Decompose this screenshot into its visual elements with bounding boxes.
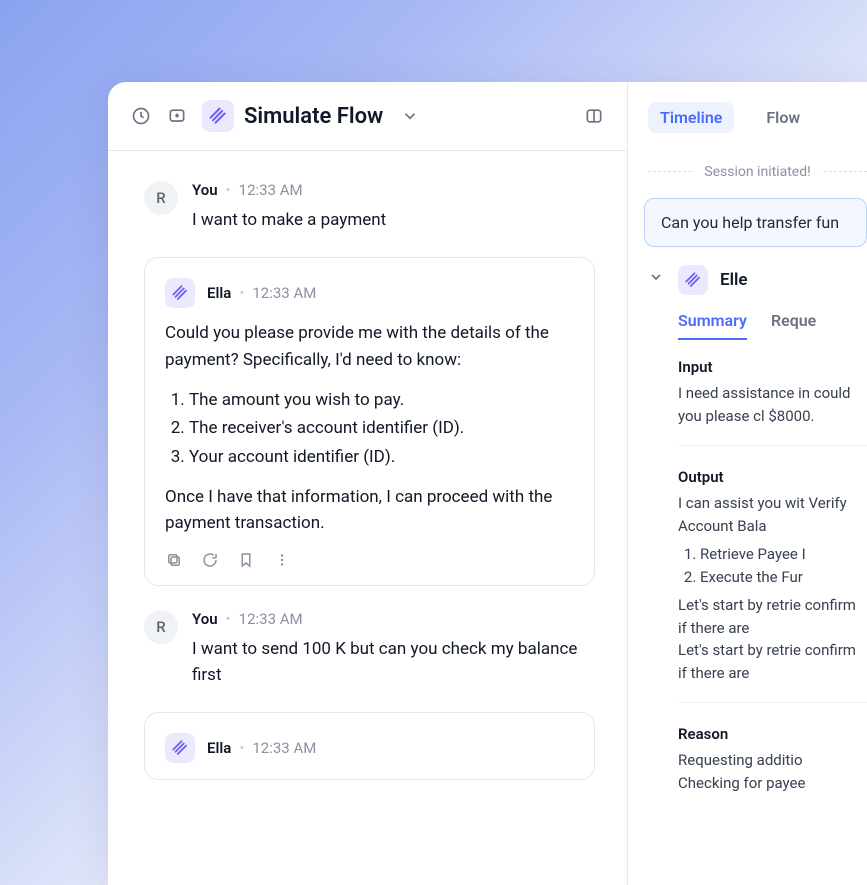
section-reason: Reason Requesting additio Checking for p… xyxy=(678,725,867,812)
session-divider: Session initiated! xyxy=(648,161,867,180)
list-item: The receiver's account identifier (ID). xyxy=(189,415,574,441)
panel-tabs: Timeline Flow xyxy=(648,102,867,133)
list-item: Retrieve Payee I xyxy=(700,543,867,566)
panel-toggle-icon[interactable] xyxy=(583,105,605,127)
new-chat-icon[interactable] xyxy=(166,105,188,127)
message-user: R You • 12:33 AM I want to make a paymen… xyxy=(144,181,595,233)
bot-message-body: Could you please provide me with the det… xyxy=(165,320,574,536)
bot-avatar-icon xyxy=(678,265,708,295)
header: Simulate Flow xyxy=(108,82,627,151)
timestamp: 12:33 AM xyxy=(239,610,303,628)
detail-tabs: Summary Reque xyxy=(678,311,867,340)
tab-flow[interactable]: Flow xyxy=(754,102,812,133)
tab-request[interactable]: Reque xyxy=(771,311,816,340)
timestamp: 12:33 AM xyxy=(239,181,303,199)
app-logo-icon xyxy=(202,100,234,132)
avatar: R xyxy=(144,181,178,215)
message-user: R You • 12:33 AM I want to send 100 K bu… xyxy=(144,610,595,689)
message-bot: Ella • 12:33 AM Could you please provide… xyxy=(144,257,595,585)
list-item: Your account identifier (ID). xyxy=(189,444,574,470)
app-window: Simulate Flow R You • 12:33 AM I want to… xyxy=(108,82,867,885)
message-text: I want to make a payment xyxy=(192,207,595,233)
sender-name: Ella xyxy=(207,284,231,302)
message-text: I want to send 100 K but can you check m… xyxy=(192,636,595,689)
regenerate-icon[interactable] xyxy=(201,551,219,569)
bot-avatar-icon xyxy=(165,278,195,308)
section-output: Output I can assist you wit Verify Accou… xyxy=(678,468,867,703)
timestamp: 12:33 AM xyxy=(252,284,316,302)
list-item: Execute the Fur xyxy=(700,566,867,589)
title-dropdown[interactable] xyxy=(399,105,421,127)
agent-detail: Elle Summary Reque Input I need assistan… xyxy=(648,265,867,834)
agent-name: Elle xyxy=(720,270,748,290)
list-item: The amount you wish to pay. xyxy=(189,387,574,413)
tab-timeline[interactable]: Timeline xyxy=(648,102,734,133)
section-input: Input I need assistance in could you ple… xyxy=(678,358,867,446)
timestamp: 12:33 AM xyxy=(252,739,316,757)
sender-name: You xyxy=(192,610,218,628)
avatar: R xyxy=(144,610,178,644)
bookmark-icon[interactable] xyxy=(237,551,255,569)
page-title: Simulate Flow xyxy=(244,104,383,129)
copy-icon[interactable] xyxy=(165,551,183,569)
history-icon[interactable] xyxy=(130,105,152,127)
prompt-box: Can you help transfer fun xyxy=(644,198,867,247)
more-icon[interactable] xyxy=(273,551,291,569)
bot-avatar-icon xyxy=(165,733,195,763)
sender-name: Ella xyxy=(207,739,231,757)
sender-name: You xyxy=(192,181,218,199)
conversation-panel: Simulate Flow R You • 12:33 AM I want to… xyxy=(108,82,628,885)
message-list: R You • 12:33 AM I want to make a paymen… xyxy=(108,151,627,885)
message-actions xyxy=(165,551,574,569)
message-bot: Ella • 12:33 AM xyxy=(144,712,595,780)
tab-summary[interactable]: Summary xyxy=(678,311,747,340)
timeline-panel: Timeline Flow Session initiated! Can you… xyxy=(628,82,867,885)
chevron-down-icon[interactable] xyxy=(648,269,664,834)
